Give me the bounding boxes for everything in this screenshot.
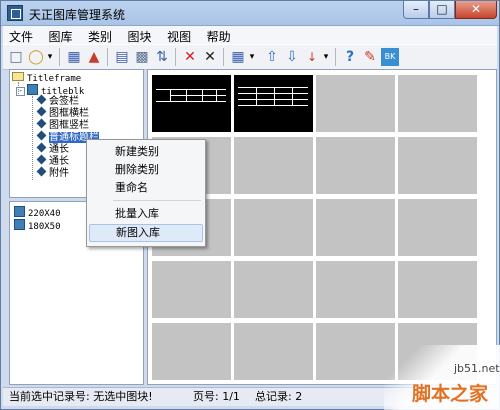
diamond-icon (36, 154, 47, 165)
list-item[interactable]: 180X50 (14, 219, 61, 232)
diamond-icon (36, 166, 47, 177)
thumbnail-cell[interactable] (316, 199, 395, 256)
move-up-icon[interactable]: ⇧ (263, 48, 281, 66)
menu-item-batch-import[interactable]: 批量入库 (89, 205, 203, 223)
thumbnail-cell[interactable] (234, 323, 313, 380)
tree-connector (32, 96, 33, 180)
help-icon[interactable]: ? (341, 48, 359, 66)
menu-bar: 文件 图库 类别 图块 视图 帮助 (3, 26, 497, 44)
minimize-button[interactable]: – (403, 1, 429, 19)
block-icon (14, 206, 25, 217)
block-thumbnail (156, 81, 226, 117)
block-icon (14, 219, 25, 230)
menu-item-new-image-import[interactable]: 新图入库 (89, 224, 203, 242)
app-icon (7, 5, 23, 21)
new-library-icon[interactable]: □ (7, 48, 25, 66)
diamond-icon (36, 106, 47, 117)
diamond-icon (36, 130, 47, 141)
menu-file[interactable]: 文件 (3, 26, 39, 45)
view-mode-icon[interactable]: ▦ (229, 48, 247, 66)
diamond-icon (36, 142, 47, 153)
export-icon[interactable]: ▤ (113, 48, 131, 66)
status-record: 当前选中记录号: 无选中图块! (9, 390, 153, 403)
toolbar-separator (59, 48, 60, 66)
thumbnail-cell[interactable] (234, 199, 313, 256)
thumbnail-cell[interactable] (316, 261, 395, 318)
list-item[interactable]: 220X40 (14, 206, 61, 219)
menu-block[interactable]: 图块 (122, 26, 158, 45)
dropdown-icon[interactable]: ▾ (45, 48, 55, 66)
thumbnail-cell[interactable] (398, 137, 477, 194)
title-bar[interactable]: 天正图库管理系统 – □ ✕ (1, 1, 499, 26)
menu-item-delete-category[interactable]: 删除类别 (89, 161, 203, 179)
thumbnail-cell[interactable] (234, 137, 313, 194)
thumbnail-cell[interactable] (398, 261, 477, 318)
toolbar-separator (223, 48, 224, 66)
toolbar-separator (107, 48, 108, 66)
category-icon (27, 84, 38, 95)
close-button[interactable]: ✕ (455, 1, 497, 19)
block-thumbnail (238, 81, 308, 117)
watermark-url: jb51.net (454, 362, 500, 375)
layout-icon[interactable]: ▦ (65, 48, 83, 66)
print-icon[interactable]: ▩ (133, 48, 151, 66)
thumbnail-cell[interactable] (152, 75, 231, 132)
collapse-icon[interactable]: - (16, 87, 25, 96)
dropdown-icon[interactable]: ▾ (321, 48, 331, 66)
watermark-brand: 脚本之家 (412, 383, 489, 405)
tree-group-titleblk[interactable]: - titleblk (16, 84, 84, 97)
open-library-icon[interactable]: ◯ (27, 48, 45, 66)
menu-item-rename[interactable]: 重命名 (89, 179, 203, 197)
status-total: 总记录: 2 (255, 390, 303, 403)
thumbnail-cell[interactable] (152, 323, 231, 380)
menu-item-new-category[interactable]: 新建类别 (89, 143, 203, 161)
edit-icon[interactable]: ✎ (361, 48, 379, 66)
block-icon[interactable]: BK (381, 48, 399, 66)
thumbnail-cell[interactable] (152, 261, 231, 318)
toolbar-separator (335, 48, 336, 66)
thumbnail-cell[interactable] (398, 199, 477, 256)
menu-help[interactable]: 帮助 (201, 26, 237, 45)
replace-icon[interactable]: ⇅ (153, 48, 171, 66)
diamond-icon (36, 94, 47, 105)
sort-icon[interactable]: ↓ (303, 48, 321, 66)
window-title: 天正图库管理系统 (29, 8, 126, 22)
cut-icon[interactable]: ✕ (201, 48, 219, 66)
thumbnail-cell[interactable] (316, 137, 395, 194)
toolbar: □ ◯ ▾ ▦ ▲ ▤ ▩ ⇅ ✕ ✕ ▦ ▾ ⇧ ⇩ ↓ ▾ ? ✎ BK (3, 44, 497, 70)
tree-item[interactable]: 图框竖栏 (36, 118, 89, 132)
thumbnail-cell[interactable] (234, 75, 313, 132)
thumbnail-cell[interactable] (398, 75, 477, 132)
tree-item[interactable]: 会签栏 (36, 94, 79, 108)
maximize-button[interactable]: □ (429, 1, 455, 19)
menu-category[interactable]: 类别 (82, 26, 118, 45)
diamond-icon (36, 118, 47, 129)
toolbar-separator (175, 48, 176, 66)
dropdown-icon[interactable]: ▾ (247, 48, 257, 66)
tree-item[interactable]: 图框横栏 (36, 106, 89, 120)
delete-icon[interactable]: ✕ (181, 48, 199, 66)
thumbnail-cell[interactable] (234, 261, 313, 318)
tree-root[interactable]: Titleframe (12, 72, 81, 84)
menu-library[interactable]: 图库 (43, 26, 79, 45)
menu-separator (113, 200, 201, 201)
warning-icon[interactable]: ▲ (85, 48, 103, 66)
tree-item[interactable]: 附件 (36, 166, 69, 180)
move-down-icon[interactable]: ⇩ (283, 48, 301, 66)
folder-icon (12, 72, 24, 81)
menu-view[interactable]: 视图 (161, 26, 197, 45)
thumbnail-cell[interactable] (316, 75, 395, 132)
context-menu: 新建类别 删除类别 重命名 批量入库 新图入库 (86, 139, 206, 247)
status-page: 页号: 1/1 (193, 390, 240, 403)
